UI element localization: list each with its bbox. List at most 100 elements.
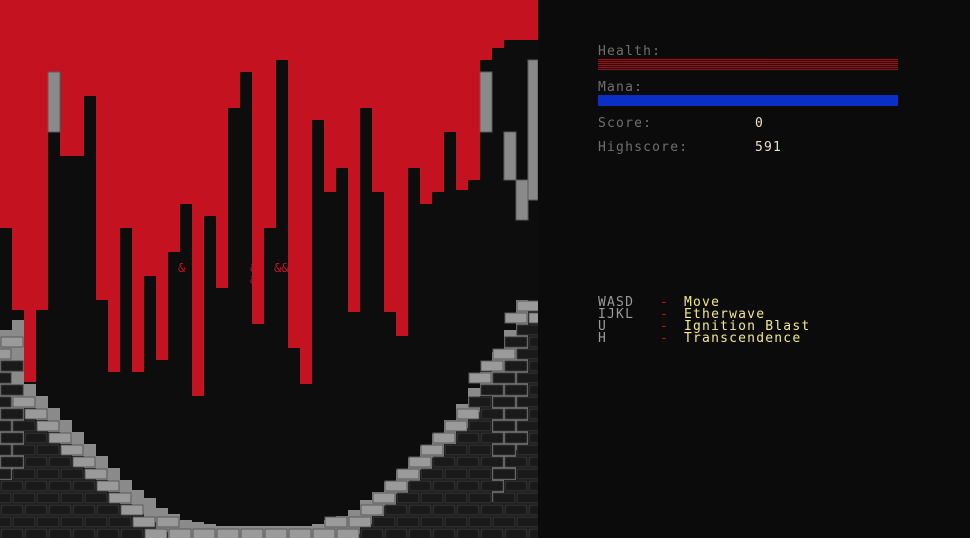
blood-column	[348, 0, 360, 312]
brick	[456, 456, 480, 468]
brick	[516, 420, 538, 432]
brick	[480, 480, 504, 492]
brick	[468, 396, 492, 408]
brick	[444, 516, 468, 528]
brick	[528, 456, 538, 468]
brick	[24, 432, 48, 444]
ampersand-glyph: &&	[274, 261, 289, 275]
brick	[12, 468, 36, 480]
brick	[240, 528, 264, 538]
brick	[516, 348, 538, 360]
brick	[444, 444, 468, 456]
brick	[108, 516, 132, 528]
brick	[0, 384, 24, 396]
health-bar	[598, 59, 898, 70]
brick	[480, 456, 504, 468]
brick	[0, 528, 24, 538]
score-value: 0	[755, 116, 765, 131]
blood-column	[456, 0, 468, 190]
blood-column	[504, 0, 516, 40]
brick	[528, 312, 538, 324]
brick	[0, 480, 24, 492]
brick	[60, 444, 84, 456]
brick	[60, 468, 84, 480]
brick	[420, 444, 444, 456]
brick	[0, 444, 12, 456]
blood-column	[528, 0, 538, 40]
brick	[24, 456, 48, 468]
brick	[360, 504, 384, 516]
brick	[12, 492, 36, 504]
score-label: Score:	[598, 116, 653, 131]
brick	[528, 408, 538, 420]
brick	[0, 516, 12, 528]
brick-pillar	[47, 71, 61, 133]
blood-column	[240, 0, 252, 72]
brick-pillar	[515, 179, 529, 221]
brick	[84, 516, 108, 528]
blood-column	[12, 0, 24, 310]
blood-column	[312, 0, 324, 120]
brick	[528, 384, 538, 396]
brick	[168, 528, 192, 538]
control-key: H	[598, 331, 608, 346]
brick	[0, 492, 12, 504]
brick	[360, 528, 384, 538]
brick	[516, 396, 538, 408]
brick	[108, 492, 132, 504]
blood-column	[84, 0, 96, 96]
brick	[432, 456, 456, 468]
brick	[444, 492, 468, 504]
brick	[468, 444, 492, 456]
brick-pillar	[479, 71, 493, 133]
brick	[60, 516, 84, 528]
brick	[12, 396, 36, 408]
brick	[384, 528, 408, 538]
brick	[396, 492, 420, 504]
brick	[492, 516, 516, 528]
brick	[336, 528, 360, 538]
brick	[0, 396, 12, 408]
brick	[480, 384, 504, 396]
brick	[432, 432, 456, 444]
mana-label: Mana:	[598, 80, 644, 95]
brick	[492, 420, 516, 432]
brick	[468, 492, 492, 504]
brick	[456, 408, 480, 420]
brick	[444, 420, 468, 432]
brick	[408, 504, 432, 516]
hud-panel: Health: Mana: Score: 0 Highscore: 591 WA…	[598, 0, 970, 538]
brick	[492, 468, 516, 480]
brick	[0, 372, 12, 384]
blood-column	[132, 0, 144, 372]
blood-column	[216, 0, 228, 288]
brick	[432, 504, 456, 516]
blood-column	[516, 0, 528, 40]
brick	[456, 504, 480, 516]
brick	[0, 360, 24, 372]
brick	[492, 444, 516, 456]
brick	[12, 444, 36, 456]
brick	[384, 480, 408, 492]
brick	[480, 360, 504, 372]
brick	[444, 468, 468, 480]
brick	[420, 492, 444, 504]
blood-column	[144, 0, 156, 276]
brick	[12, 420, 36, 432]
blood-column	[120, 0, 132, 228]
brick	[216, 528, 240, 538]
brick	[516, 324, 538, 336]
blood-column	[228, 0, 240, 108]
brick	[504, 408, 528, 420]
brick	[192, 528, 216, 538]
blood-column	[396, 0, 408, 336]
game-playfield[interactable]: & & && &	[0, 0, 538, 538]
brick	[456, 528, 480, 538]
brick	[348, 516, 372, 528]
control-dash: -	[660, 331, 670, 346]
blood-column	[192, 0, 204, 396]
brick	[288, 528, 312, 538]
blood-column	[420, 0, 432, 204]
blood-column	[444, 0, 456, 132]
brick	[24, 480, 48, 492]
